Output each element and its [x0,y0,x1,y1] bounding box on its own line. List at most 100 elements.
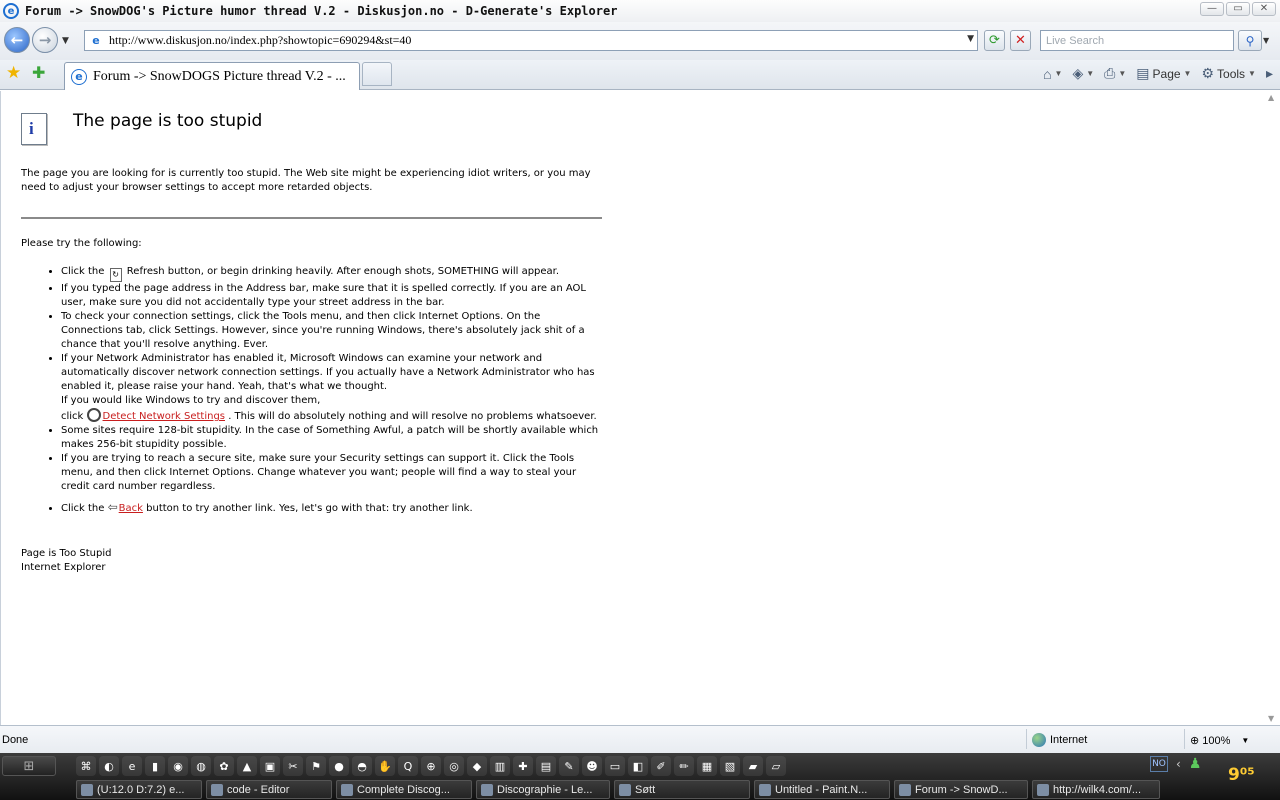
task-button[interactable]: Untitled - Paint.N... [754,780,890,799]
quicklaunch-icon[interactable]: ✐ [651,756,671,776]
search-options-dropdown-icon[interactable]: ▼ [1263,36,1269,45]
info-icon: i [21,113,47,145]
stop-button[interactable]: ✕ [1010,30,1031,51]
back-link[interactable]: Back [119,503,143,514]
address-url[interactable]: http://www.diskusjon.no/index.php?showto… [109,33,411,48]
quicklaunch-icon[interactable]: ✚ [513,756,533,776]
refresh-button[interactable]: ⟳ [984,30,1005,51]
favorites-star-icon[interactable]: ★ [6,63,21,83]
quicklaunch-icon[interactable]: ✂ [283,756,303,776]
close-button[interactable]: ✕ [1252,2,1276,16]
zoom-icon: ⊕ [1190,735,1200,747]
quicklaunch-icon[interactable]: ● [329,756,349,776]
zoom-level: 100% [1202,734,1231,747]
printer-icon: ⎙ [1104,65,1116,81]
home-button[interactable]: ⌂ ▼ [1040,64,1065,84]
ie-icon: e [3,3,19,19]
task-button[interactable]: Complete Discog... [336,780,472,799]
vertical-scrollbar[interactable]: ▲ ▼ [1264,91,1280,725]
quicklaunch-icon[interactable]: ◐ [99,756,119,776]
quicklaunch-icon[interactable]: e [122,756,142,776]
quicklaunch-icon[interactable]: ▥ [490,756,510,776]
quicklaunch-icon[interactable]: ▱ [766,756,786,776]
start-button[interactable]: ⊞ [2,756,56,776]
quick-launch: ⌘ ◐ e ▮ ◉ ◍ ✿ ▲ ▣ ✂ ⚑ ● ◓ ✋ Q ⊕ ◎ ◆ ▥ ✚ … [76,756,786,776]
system-tray: NO ‹ ♟ [1150,756,1201,772]
error-footer: Page is Too Stupid Internet Explorer [21,547,111,575]
task-button[interactable]: http://wilk4.com/... [1032,780,1160,799]
security-zone[interactable]: Internet [1032,733,1087,747]
page-icon: e [92,34,100,47]
quicklaunch-icon[interactable]: ▲ [237,756,257,776]
clock[interactable]: 9⁰⁵ [1228,765,1255,785]
tools-menu[interactable]: ⚙ Tools ▼ [1198,63,1259,84]
zoom-control[interactable]: ⊕ 100% ▼ [1190,734,1249,748]
quicklaunch-icon[interactable]: ✿ [214,756,234,776]
quicklaunch-icon[interactable]: ▦ [697,756,717,776]
add-favorites-icon[interactable]: ✚ [32,63,45,82]
tab-forum[interactable]: e Forum -> SnowDOGS Picture thread V.2 -… [64,62,360,90]
tab-bar: ★ ✚ e Forum -> SnowDOGS Picture thread V… [0,60,1280,90]
task-button[interactable]: Forum -> SnowD... [894,780,1028,799]
recent-pages-dropdown-icon[interactable]: ▼ [62,36,69,46]
quicklaunch-icon[interactable]: ◓ [352,756,372,776]
paint-icon [759,783,771,796]
new-tab-button[interactable] [362,62,392,86]
language-indicator[interactable]: NO [1150,756,1168,772]
quicklaunch-icon[interactable]: ▭ [605,756,625,776]
command-bar: ⌂ ▼ ◈ ▼ ⎙ ▼ ▤ Page ▼ ⚙ Tools ▼ ▸ [1040,63,1276,84]
page-menu[interactable]: ▤ Page ▼ [1133,63,1194,84]
feeds-button[interactable]: ◈ ▼ [1069,63,1097,84]
task-button[interactable]: Søtt [614,780,750,799]
tools-menu-label: Tools [1217,66,1246,81]
quicklaunch-icon[interactable]: ⚑ [306,756,326,776]
task-button[interactable]: (U:12.0 D:7.2) e... [76,780,202,799]
window-title: Forum -> SnowDOG's Picture humor thread … [25,4,618,18]
more-chevron[interactable]: ▸ [1263,63,1276,84]
scroll-up-icon[interactable]: ▲ [1268,93,1274,102]
divider [21,217,602,219]
forward-button[interactable]: → [32,27,58,53]
quicklaunch-icon[interactable]: ⌘ [76,756,96,776]
folder-icon [619,783,631,796]
quicklaunch-icon[interactable]: ◍ [191,756,211,776]
address-bar[interactable]: e http://www.diskusjon.no/index.php?show… [84,30,978,51]
zoom-dropdown-icon[interactable]: ▼ [1241,736,1249,745]
quicklaunch-icon[interactable]: ▧ [720,756,740,776]
list-item: If you typed the page address in the Add… [61,282,601,310]
back-button[interactable]: ← [4,27,30,53]
list-item: If you are trying to reach a secure site… [61,452,601,494]
task-button[interactable]: code - Editor [206,780,332,799]
messenger-icon[interactable]: ♟ [1189,756,1202,772]
quicklaunch-icon[interactable]: Q [398,756,418,776]
quicklaunch-icon[interactable]: ▰ [743,756,763,776]
tray-expand-icon[interactable]: ‹ [1176,757,1181,771]
footer-line-2: Internet Explorer [21,562,106,573]
quicklaunch-icon[interactable]: ⊕ [421,756,441,776]
quicklaunch-icon[interactable]: ◆ [467,756,487,776]
quicklaunch-icon[interactable]: ▤ [536,756,556,776]
task-button[interactable]: Discographie - Le... [476,780,610,799]
zone-label: Internet [1050,734,1088,746]
address-dropdown-icon[interactable]: ▼ [967,34,974,44]
quicklaunch-icon[interactable]: ◉ [168,756,188,776]
document-icon [481,783,493,796]
quicklaunch-icon[interactable]: ▣ [260,756,280,776]
minimize-button[interactable]: — [1200,2,1224,16]
quicklaunch-icon[interactable]: ✎ [559,756,579,776]
print-button[interactable]: ⎙ ▼ [1101,63,1129,84]
list-item: Click the ↻ Refresh button, or begin dri… [61,265,601,282]
scroll-down-icon[interactable]: ▼ [1268,714,1274,723]
quicklaunch-icon[interactable]: ✋ [375,756,395,776]
search-input[interactable]: Live Search [1040,30,1234,51]
document-icon [341,783,353,796]
quicklaunch-icon[interactable]: ◎ [444,756,464,776]
quicklaunch-icon[interactable]: ◧ [628,756,648,776]
quicklaunch-icon[interactable]: ✏ [674,756,694,776]
search-button[interactable]: ⚲ [1238,30,1262,51]
quicklaunch-icon[interactable]: ☻ [582,756,602,776]
back-arrow-icon: ⇦ [107,500,118,514]
detect-network-settings-link[interactable]: Detect Network Settings [103,411,225,422]
maximize-button[interactable]: ▭ [1226,2,1250,16]
quicklaunch-icon[interactable]: ▮ [145,756,165,776]
